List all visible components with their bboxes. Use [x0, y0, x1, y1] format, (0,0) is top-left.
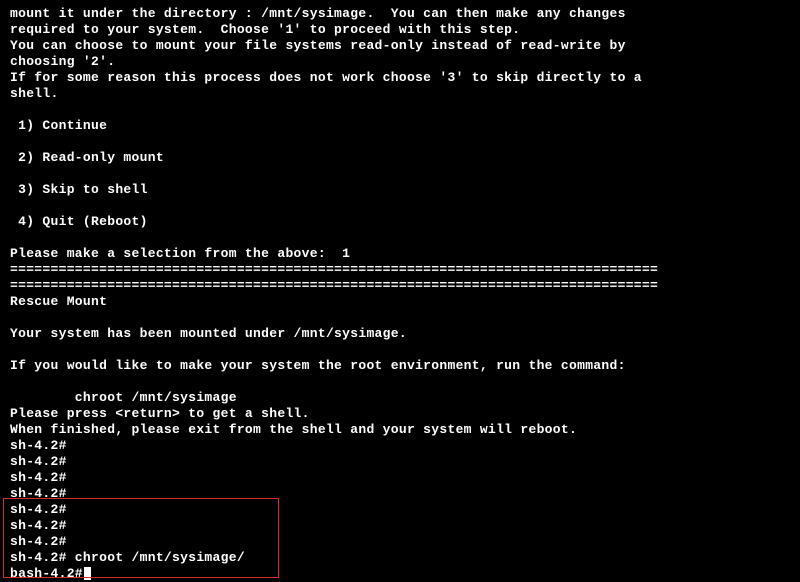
selection-prompt: Please make a selection from the above: … [10, 246, 790, 262]
term-line [10, 310, 790, 326]
cursor-icon [84, 567, 91, 580]
menu-option-readonly: 2) Read-only mount [10, 150, 790, 166]
term-line: If you would like to make your system th… [10, 358, 790, 374]
terminal-output[interactable]: mount it under the directory : /mnt/sysi… [10, 6, 790, 582]
shell-prompt: sh-4.2# [10, 502, 790, 518]
shell-prompt: sh-4.2# [10, 534, 790, 550]
shell-prompt: sh-4.2# [10, 470, 790, 486]
term-line [10, 230, 790, 246]
term-line [10, 198, 790, 214]
term-line [10, 102, 790, 118]
shell-prompt: sh-4.2# [10, 486, 790, 502]
term-line: If for some reason this process does not… [10, 70, 790, 86]
term-line [10, 134, 790, 150]
chroot-hint: chroot /mnt/sysimage [10, 390, 790, 406]
term-line: shell. [10, 86, 790, 102]
term-line: When finished, please exit from the shel… [10, 422, 790, 438]
shell-prompt: sh-4.2# [10, 438, 790, 454]
term-line: Please press <return> to get a shell. [10, 406, 790, 422]
prompt-text: bash-4.2# [10, 566, 83, 581]
term-line [10, 374, 790, 390]
term-line [10, 342, 790, 358]
shell-prompt: sh-4.2# [10, 518, 790, 534]
term-line: required to your system. Choose '1' to p… [10, 22, 790, 38]
divider-line: ========================================… [10, 262, 790, 278]
menu-option-continue: 1) Continue [10, 118, 790, 134]
menu-option-quit: 4) Quit (Reboot) [10, 214, 790, 230]
shell-command: sh-4.2# chroot /mnt/sysimage/ [10, 550, 790, 566]
term-line: mount it under the directory : /mnt/sysi… [10, 6, 790, 22]
divider-line: ========================================… [10, 278, 790, 294]
section-header: Rescue Mount [10, 294, 790, 310]
menu-option-skip: 3) Skip to shell [10, 182, 790, 198]
term-line [10, 166, 790, 182]
term-line: Your system has been mounted under /mnt/… [10, 326, 790, 342]
bash-prompt[interactable]: bash-4.2# [10, 566, 790, 582]
shell-prompt: sh-4.2# [10, 454, 790, 470]
term-line: You can choose to mount your file system… [10, 38, 790, 54]
term-line: choosing '2'. [10, 54, 790, 70]
